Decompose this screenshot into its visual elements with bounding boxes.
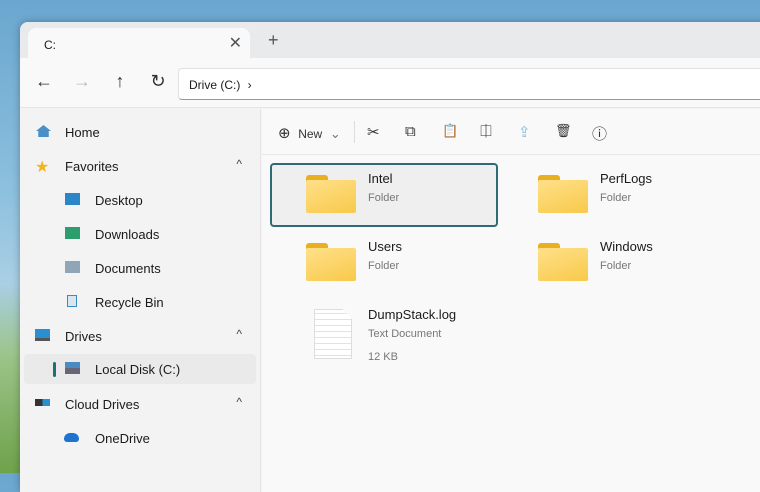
file-item-intel[interactable]: Intel Folder [270, 163, 498, 227]
file-name: PerfLogs [600, 171, 653, 186]
file-name: Intel [368, 171, 393, 186]
collapse-favorites-icon[interactable]: ^ [236, 157, 242, 171]
tab-bar: C: ✕ + [20, 22, 760, 58]
new-tab-button[interactable]: + [268, 30, 279, 51]
folder-icon [538, 243, 588, 281]
file-type: Folder [600, 192, 632, 204]
sidebar-item-label: OneDrive [95, 431, 150, 446]
sidebar-item-desktop[interactable]: Desktop [24, 185, 256, 215]
file-name: DumpStack.log [368, 307, 457, 322]
sidebar-item-label: Recycle Bin [95, 295, 164, 310]
file-type: Text Document [368, 328, 442, 340]
sidebar-item-label: Cloud Drives [65, 397, 140, 412]
text-document-icon [314, 309, 352, 359]
sidebar-item-favorites[interactable]: ★ Favorites ^ [24, 151, 256, 181]
breadcrumb-drive-c[interactable]: Drive (C:) [189, 78, 240, 92]
close-tab-icon[interactable]: ✕ [229, 33, 242, 53]
new-label: New [298, 127, 323, 141]
tab-title: C: [44, 38, 56, 52]
refresh-button[interactable]: ↻ [146, 71, 170, 92]
file-type: Folder [368, 260, 400, 272]
sidebar-item-home[interactable]: Home [24, 117, 256, 147]
address-bar[interactable]: Drive (C:) › [178, 68, 760, 100]
monitor-icon [35, 329, 50, 341]
collapse-cloud-drives-icon[interactable]: ^ [236, 395, 242, 409]
sidebar-item-downloads[interactable]: Downloads [24, 219, 256, 249]
file-item-users[interactable]: Users Folder [270, 231, 498, 295]
file-name: Windows [600, 239, 653, 254]
tab-c[interactable]: C: ✕ [28, 28, 250, 58]
cloud-drive-icon [35, 399, 50, 406]
file-item-perflogs[interactable]: PerfLogs Folder [502, 163, 730, 227]
home-icon [36, 125, 51, 137]
share-icon[interactable]: ⇪ [518, 123, 531, 141]
collapse-drives-icon[interactable]: ^ [236, 327, 242, 341]
onedrive-icon [64, 433, 79, 442]
file-name: Users [368, 239, 402, 254]
plus-icon: ⊕ [278, 125, 291, 142]
nav-bar: ← → ↑ ↻ Drive (C:) › [20, 58, 760, 108]
file-explorer-window: C: ✕ + ← → ↑ ↻ Drive (C:) › Home ★ Favorit… [20, 22, 760, 492]
sidebar-item-label: Local Disk (C:) [95, 362, 181, 377]
sidebar-item-local-disk-c[interactable]: Local Disk (C:) [24, 354, 256, 384]
recycle-bin-icon [67, 295, 77, 307]
copy-icon[interactable]: ⧉ [405, 123, 416, 140]
breadcrumb-chevron-icon[interactable]: › [248, 78, 252, 92]
up-button[interactable]: ↑ [108, 71, 132, 92]
rename-icon[interactable]: ⎅ [480, 123, 492, 140]
file-item-windows[interactable]: Windows Folder [502, 231, 730, 295]
sidebar-item-label: Downloads [95, 227, 160, 242]
sidebar: Home ★ Favorites ^ Desktop Downloads Docum… [20, 109, 261, 492]
sidebar-item-label: Home [65, 125, 100, 140]
sidebar-item-onedrive[interactable]: OneDrive [24, 423, 256, 453]
sidebar-item-label: Favorites [65, 159, 119, 174]
delete-icon[interactable]: 🗑 [555, 123, 572, 139]
command-bar: ⊕ New ⌄ ✂ ⧉ 📋 ⎅ ⇪ 🗑 ⓘ [262, 109, 760, 155]
folder-icon [306, 175, 356, 213]
divider [354, 121, 355, 143]
content-pane: ⊕ New ⌄ ✂ ⧉ 📋 ⎅ ⇪ 🗑 ⓘ Intel Folder PerfLo… [262, 109, 760, 492]
back-button[interactable]: ← [32, 71, 56, 92]
sidebar-item-cloud-drives[interactable]: Cloud Drives ^ [24, 389, 256, 419]
info-icon[interactable]: ⓘ [592, 123, 607, 144]
file-size: 12 KB [368, 351, 398, 363]
downloads-folder-icon [65, 227, 80, 239]
file-type: Folder [600, 260, 632, 272]
folder-icon [538, 175, 588, 213]
drive-icon [65, 362, 80, 374]
sidebar-item-label: Documents [95, 261, 161, 276]
paste-icon[interactable]: 📋 [442, 123, 458, 139]
new-button[interactable]: ⊕ New ⌄ [278, 124, 341, 142]
sidebar-item-label: Desktop [95, 193, 143, 208]
sidebar-item-label: Drives [65, 329, 102, 344]
star-icon: ★ [35, 159, 50, 176]
forward-button[interactable]: → [70, 71, 94, 92]
sidebar-item-recycle-bin[interactable]: Recycle Bin [24, 287, 256, 317]
desktop-folder-icon [65, 193, 80, 205]
file-item-dumpstack-log[interactable]: DumpStack.log Text Document 12 KB [270, 299, 498, 379]
file-type: Folder [368, 192, 400, 204]
sidebar-item-documents[interactable]: Documents [24, 253, 256, 283]
documents-folder-icon [65, 261, 80, 273]
cut-icon[interactable]: ✂ [367, 123, 380, 141]
selection-indicator [53, 362, 56, 377]
sidebar-item-drives[interactable]: Drives ^ [24, 321, 256, 351]
chevron-down-icon: ⌄ [329, 126, 341, 141]
folder-icon [306, 243, 356, 281]
